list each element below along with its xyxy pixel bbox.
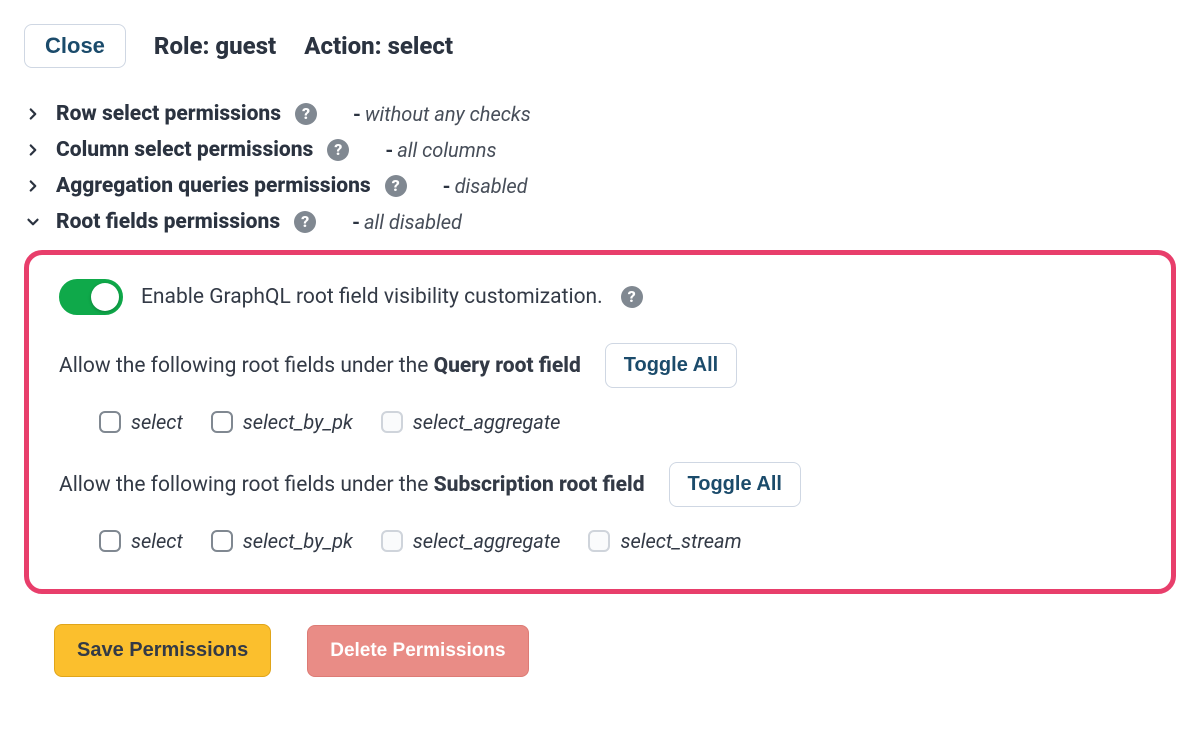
action-label: Action: select xyxy=(304,32,453,60)
section-column-permissions[interactable]: Column select permissions ? -all columns xyxy=(24,132,1176,168)
footer-actions: Save Permissions Delete Permissions xyxy=(54,624,1176,677)
subscription-field-select-by-pk[interactable]: select_by_pk xyxy=(211,529,353,553)
subscription-field-select-aggregate: select_aggregate xyxy=(381,529,561,553)
query-prompt: Allow the following root fields under th… xyxy=(59,354,581,378)
save-permissions-button[interactable]: Save Permissions xyxy=(54,624,271,677)
checkbox[interactable] xyxy=(211,530,233,552)
section-title: Row select permissions xyxy=(56,102,281,126)
section-row-permissions[interactable]: Row select permissions ? -without any ch… xyxy=(24,96,1176,132)
section-summary: -disabled xyxy=(421,174,528,198)
query-field-select-by-pk[interactable]: select_by_pk xyxy=(211,410,353,434)
section-title: Aggregation queries permissions xyxy=(56,174,371,198)
help-icon[interactable]: ? xyxy=(294,211,316,233)
checkbox[interactable] xyxy=(99,411,121,433)
chevron-down-icon xyxy=(24,213,42,231)
permissions-header: Close Role: guest Action: select xyxy=(24,24,1176,68)
checkbox xyxy=(381,411,403,433)
subscription-prompt: Allow the following root fields under th… xyxy=(59,473,645,497)
permission-sections: Row select permissions ? -without any ch… xyxy=(24,96,1176,240)
section-root-fields-permissions[interactable]: Root fields permissions ? -all disabled xyxy=(24,204,1176,240)
checkbox[interactable] xyxy=(99,530,121,552)
checkbox-label: select_by_pk xyxy=(243,410,353,434)
query-field-select[interactable]: select xyxy=(99,410,183,434)
section-summary: -without any checks xyxy=(331,102,531,126)
help-icon[interactable]: ? xyxy=(327,139,349,161)
chevron-right-icon xyxy=(24,105,42,123)
subscription-field-select[interactable]: select xyxy=(99,529,183,553)
help-icon[interactable]: ? xyxy=(385,175,407,197)
checkbox xyxy=(381,530,403,552)
role-label: Role: guest xyxy=(154,32,276,60)
chevron-right-icon xyxy=(24,141,42,159)
enable-toggle-label: Enable GraphQL root field visibility cus… xyxy=(141,285,603,309)
checkbox-label: select_aggregate xyxy=(413,529,561,553)
section-title: Root fields permissions xyxy=(56,210,280,234)
delete-permissions-button[interactable]: Delete Permissions xyxy=(307,625,528,677)
enable-root-field-visibility-toggle[interactable] xyxy=(59,279,123,315)
subscription-field-select-stream: select_stream xyxy=(588,529,741,553)
subscription-root-field-group: Allow the following root fields under th… xyxy=(59,462,1141,553)
section-title: Column select permissions xyxy=(56,138,313,162)
checkbox-label: select_stream xyxy=(620,529,741,553)
help-icon[interactable]: ? xyxy=(295,103,317,125)
section-summary: -all columns xyxy=(363,138,496,162)
section-aggregation-permissions[interactable]: Aggregation queries permissions ? -disab… xyxy=(24,168,1176,204)
checkbox-label: select xyxy=(131,529,183,553)
chevron-right-icon xyxy=(24,177,42,195)
root-fields-panel: Enable GraphQL root field visibility cus… xyxy=(24,250,1176,594)
section-summary: -all disabled xyxy=(330,210,462,234)
toggle-all-subscription-button[interactable]: Toggle All xyxy=(669,462,801,507)
toggle-all-query-button[interactable]: Toggle All xyxy=(605,343,737,388)
checkbox-label: select xyxy=(131,410,183,434)
close-button[interactable]: Close xyxy=(24,24,126,68)
help-icon[interactable]: ? xyxy=(621,286,643,308)
checkbox[interactable] xyxy=(211,411,233,433)
query-field-select-aggregate: select_aggregate xyxy=(381,410,561,434)
checkbox-label: select_by_pk xyxy=(243,529,353,553)
checkbox xyxy=(588,530,610,552)
query-root-field-group: Allow the following root fields under th… xyxy=(59,343,1141,434)
checkbox-label: select_aggregate xyxy=(413,410,561,434)
